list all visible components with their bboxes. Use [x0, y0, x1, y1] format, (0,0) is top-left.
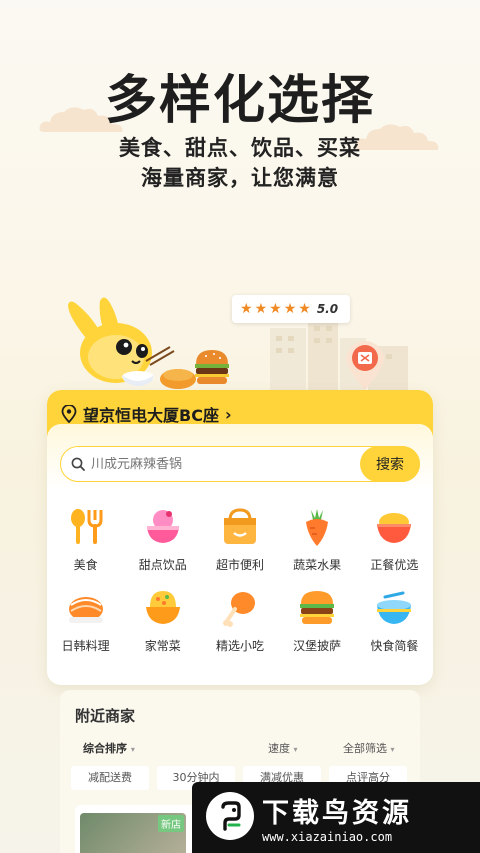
sort-default-label: 综合排序 [83, 742, 127, 755]
star-icon: ★ [283, 301, 297, 317]
category-item[interactable]: 快食简餐 [356, 587, 433, 654]
sort-default[interactable]: 综合排序 ▾ [83, 740, 135, 756]
hero-title: 多样化选择 [104, 71, 375, 131]
burger-illustration [195, 350, 229, 384]
sushi-icon [68, 597, 103, 623]
watermark-logo-icon [206, 792, 254, 840]
chevron-right-icon: › [224, 404, 232, 424]
hero-subtitle-line2: 海量商家，让您满意 [141, 166, 339, 190]
location-text: 望京恒电大厦BC座 [83, 406, 219, 425]
carrot-icon [306, 509, 329, 546]
watermark-title: 下载鸟资源 [262, 798, 412, 829]
chevron-down-icon: ▾ [390, 745, 395, 754]
category-item[interactable]: 精选小吃 [201, 587, 278, 654]
fried-rice-icon [145, 591, 180, 624]
category-label: 日韩料理 [61, 639, 110, 653]
category-grid: 美食 甜点饮品 超市便利 蔬菜水果 正餐优选 日韩料理 家常菜 精选小吃 汉堡披… [47, 506, 433, 654]
location-pin-icon [61, 405, 77, 423]
hero-subtitle-line1: 美食、甜点、饮品、买菜 [119, 136, 361, 160]
card-body: 搜索 美食 甜点饮品 [47, 424, 433, 685]
watermark-banner: 下载鸟资源 www.xiazainiao.com [192, 782, 480, 853]
category-label: 汉堡披萨 [293, 639, 342, 653]
sort-filter[interactable]: 全部筛选 ▾ [343, 740, 395, 756]
sort-speed[interactable]: 速度 ▾ [268, 740, 298, 756]
category-label: 蔬菜水果 [293, 558, 342, 572]
fork-spoon-icon [70, 509, 103, 544]
category-label: 超市便利 [215, 558, 264, 572]
drumstick-icon [222, 592, 255, 627]
search-input[interactable] [91, 456, 341, 472]
nearby-title: 附近商家 [75, 707, 136, 725]
star-icon: ★ [240, 301, 253, 317]
category-label: 正餐优选 [370, 558, 419, 572]
category-item[interactable]: 家常菜 [124, 587, 201, 654]
watermark-url: www.xiazainiao.com [262, 830, 393, 844]
chevron-down-icon: ▾ [293, 745, 298, 754]
shopping-basket-icon [223, 508, 256, 544]
chevron-down-icon: ▾ [130, 745, 135, 754]
sort-filter-label: 全部筛选 [343, 742, 387, 755]
burger-icon [300, 591, 335, 624]
shop-image: 新店 [80, 813, 186, 853]
category-item[interactable]: 超市便利 [201, 506, 278, 573]
star-icon: ★ [298, 301, 311, 317]
star-icon: ★ [269, 301, 282, 317]
rating-badge: ★ ★ ★ ★ ★ 5.0 [232, 295, 350, 323]
rating-value: 5.0 [316, 302, 339, 316]
category-label: 家常菜 [144, 639, 181, 653]
category-item[interactable]: 正餐优选 [356, 506, 433, 573]
new-shop-badge: 新店 [158, 815, 184, 832]
category-label: 甜点饮品 [138, 558, 187, 572]
category-item[interactable]: 日韩料理 [47, 587, 124, 654]
rice-bowl-icon [377, 513, 412, 543]
dessert-bowl-icon [146, 510, 179, 543]
category-label: 精选小吃 [215, 639, 264, 653]
category-item[interactable]: 美食 [47, 506, 124, 573]
sort-speed-label: 速度 [268, 742, 290, 755]
category-item[interactable]: 甜点饮品 [124, 506, 201, 573]
star-icon: ★ [254, 301, 268, 317]
category-label: 美食 [73, 558, 98, 572]
filter-chip[interactable]: 减配送费 [71, 766, 149, 790]
category-item[interactable]: 蔬菜水果 [279, 506, 356, 573]
map-pin-icon [346, 341, 384, 390]
home-preview-card: 望京恒电大厦BC座 › 搜索 美食 [47, 390, 433, 685]
search-bar[interactable]: 搜索 [60, 446, 420, 482]
category-item[interactable]: 汉堡披萨 [279, 587, 356, 654]
category-label: 快食简餐 [370, 639, 419, 653]
search-icon [71, 457, 85, 471]
search-button[interactable]: 搜索 [360, 446, 420, 482]
rabbit-mascot-illustration [68, 297, 196, 389]
bento-icon [377, 591, 412, 624]
